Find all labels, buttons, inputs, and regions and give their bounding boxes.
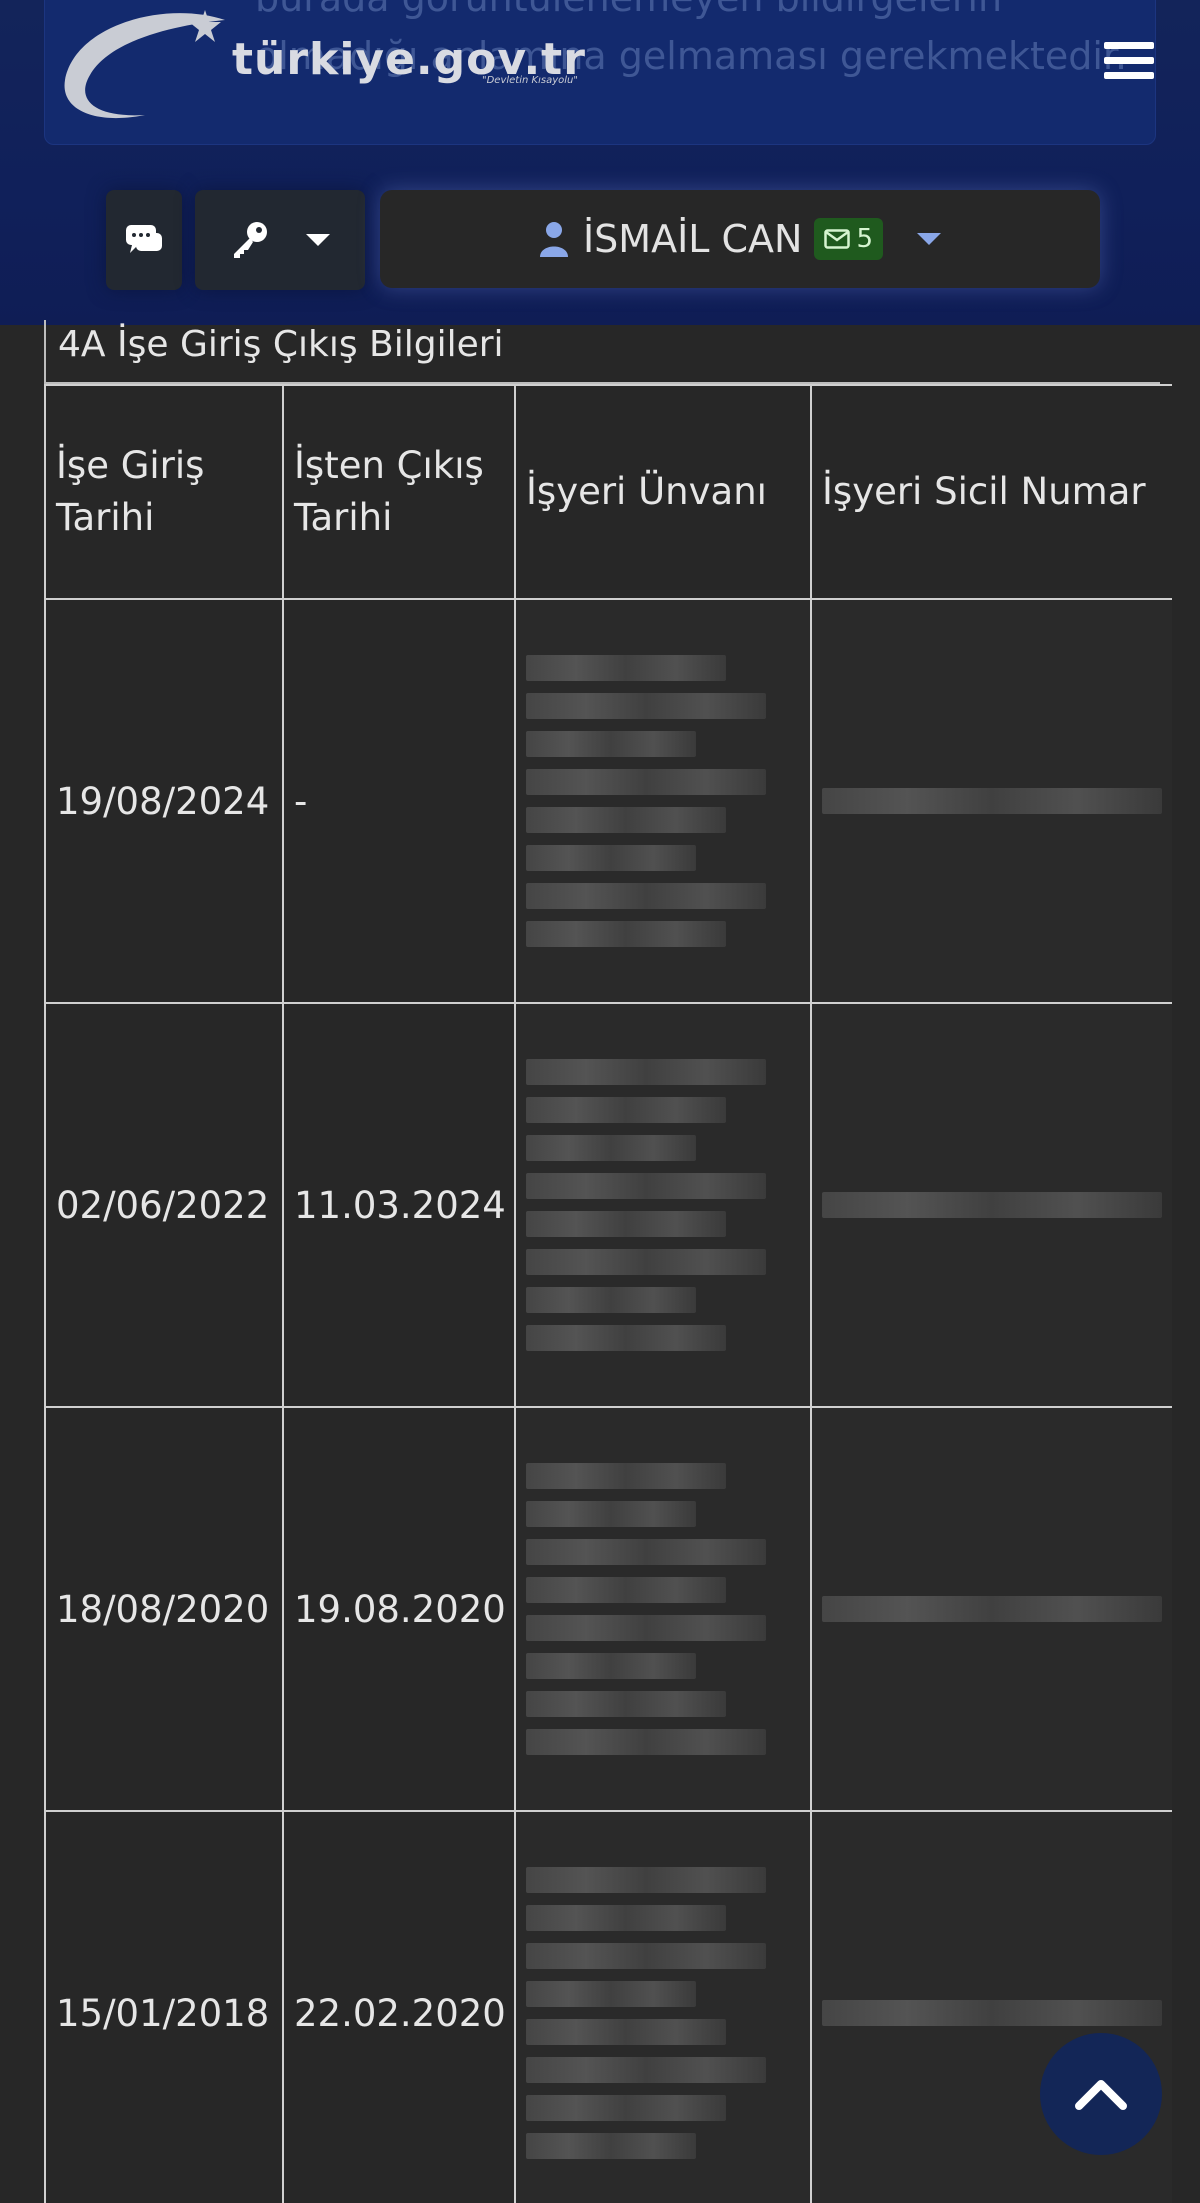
hamburger-icon [1104,42,1154,49]
chevron-up-icon [1075,2080,1127,2110]
section-title: 4A İşe Giriş Çıkış Bilgileri [44,320,1160,384]
exit-date-cell: 22.02.2020 [282,1810,516,2203]
column-header-exit-date: İşten Çıkış Tarihi [282,384,516,600]
scroll-to-top-button[interactable] [1040,2033,1162,2155]
employer-number-redacted [810,1406,1172,1812]
exit-date-cell: 19.08.2020 [282,1406,516,1812]
logo-tagline: "Devletin Kısayolu" [482,75,578,86]
exit-date-cell: - [282,598,516,1004]
employment-table: İşe Giriş Tarihi İşten Çıkış Tarihi İşye… [44,384,1172,2203]
chat-button[interactable] [106,190,182,290]
table-row: 19/08/2024 - [44,598,1172,1004]
unread-count: 5 [856,224,874,254]
chevron-down-icon [917,233,942,245]
employer-number-redacted [810,598,1172,1004]
entry-date-cell: 19/08/2024 [44,598,284,1004]
logo-crescent-icon[interactable] [55,0,255,130]
user-name: İSMAİL CAN [582,217,803,261]
table-row: 15/01/2018 22.02.2020 [44,1810,1172,2203]
exit-date-cell: 11.03.2024 [282,1002,516,1408]
employer-title-redacted [514,1002,812,1408]
hamburger-icon-line [1104,72,1154,79]
hamburger-menu-button[interactable] [1104,42,1154,86]
column-header-entry-date: İşe Giriş Tarihi [44,384,284,600]
table-row: 18/08/2020 19.08.2020 [44,1406,1172,1812]
column-header-employer-number: İşyeri Sicil Numar [810,384,1172,600]
envelope-icon [824,229,851,249]
chevron-down-icon [306,234,330,246]
employer-title-redacted [514,1406,812,1812]
unread-messages-badge[interactable]: 5 [814,218,884,260]
employer-number-redacted [810,1002,1172,1408]
employer-title-redacted [514,598,812,1004]
hamburger-icon-line [1104,57,1154,64]
entry-date-cell: 18/08/2020 [44,1406,284,1812]
entry-date-cell: 02/06/2022 [44,1002,284,1408]
entry-date-cell: 15/01/2018 [44,1810,284,2203]
user-icon [539,222,568,257]
table-row: 02/06/2022 11.03.2024 [44,1002,1172,1408]
user-menu-button[interactable]: İSMAİL CAN 5 [380,190,1100,288]
site-header: burada görüntülenemeyen bildirgelerin ol… [0,0,1200,325]
chat-icon [126,225,162,253]
table-header-row: İşe Giriş Tarihi İşten Çıkış Tarihi İşye… [44,384,1172,600]
login-key-button[interactable] [195,190,365,290]
key-icon [234,222,267,258]
employer-title-redacted [514,1810,812,2203]
column-header-employer-title: İşyeri Ünvanı [514,384,812,600]
